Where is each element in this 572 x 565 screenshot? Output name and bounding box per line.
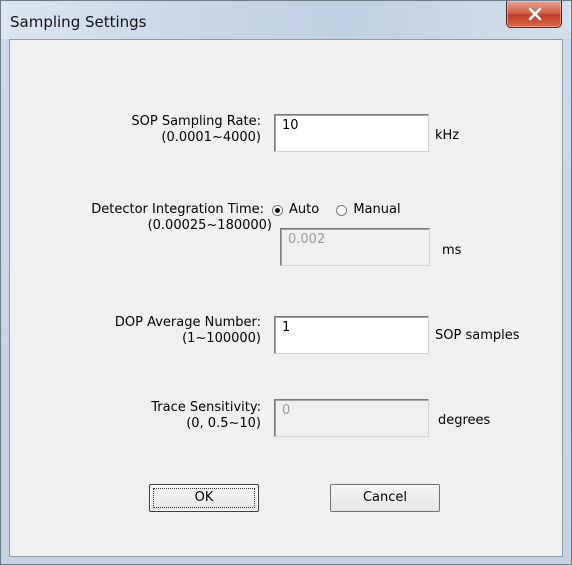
trace-sensitivity-unit: degrees [438, 413, 491, 428]
integration-time-input[interactable]: 0.002 [280, 228, 430, 266]
manual-radio-label: Manual [353, 202, 401, 217]
manual-radio[interactable]: Manual [336, 202, 401, 218]
dop-average-input[interactable]: 1 [274, 316, 429, 354]
auto-radio-dot [272, 204, 283, 216]
integration-time-label: Detector Integration Time: (0.00025~1800… [91, 202, 272, 233]
close-button[interactable] [506, 1, 562, 28]
sop-rate-input[interactable]: 10 [274, 114, 429, 152]
focus-rectangle [153, 488, 255, 508]
cancel-button[interactable]: Cancel [330, 484, 440, 512]
dialog-window: Sampling Settings SOP Sampling Rate: (0.… [0, 0, 572, 565]
ok-button[interactable]: OK [149, 484, 259, 512]
integration-time-unit: ms [442, 243, 462, 258]
trace-sensitivity-input[interactable]: 0 [274, 399, 429, 437]
cancel-button-label: Cancel [362, 490, 408, 505]
title-bar[interactable]: Sampling Settings [1, 1, 571, 39]
dop-average-unit: SOP samples [435, 328, 520, 343]
dialog-body: SOP Sampling Rate: (0.0001~4000) 10 kHz … [9, 39, 563, 557]
dop-average-label: DOP Average Number: (1~100000) [114, 315, 261, 346]
auto-radio-label: Auto [289, 202, 320, 217]
auto-radio[interactable]: Auto [272, 202, 319, 218]
sop-rate-label: SOP Sampling Rate: (0.0001~4000) [131, 114, 261, 145]
manual-radio-dot [336, 204, 348, 216]
sop-rate-unit: kHz [435, 128, 460, 143]
integration-mode-group: Auto Manual [272, 202, 401, 221]
trace-sensitivity-label: Trace Sensitivity: (0, 0.5~10) [151, 400, 261, 431]
window-title: Sampling Settings [10, 13, 147, 31]
